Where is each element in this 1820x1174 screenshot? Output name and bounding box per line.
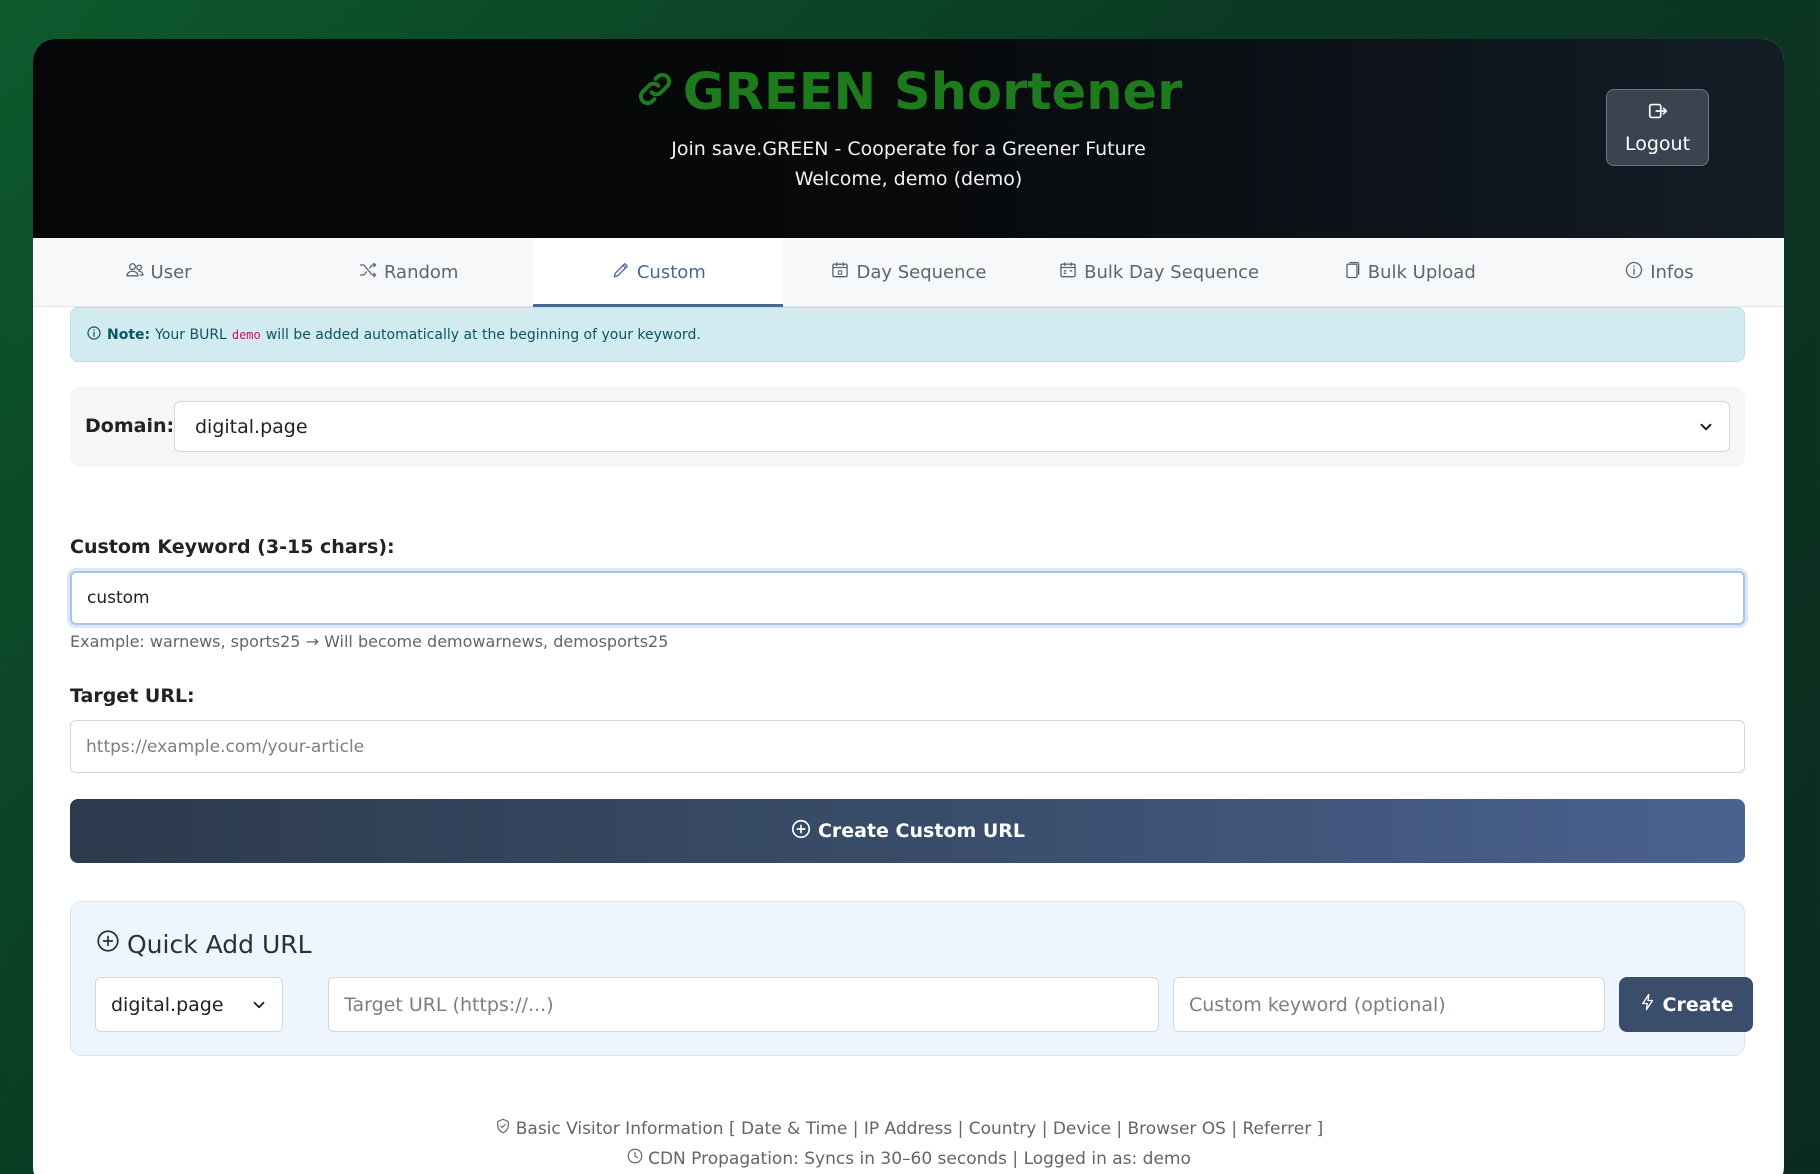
shield-icon (494, 1117, 512, 1140)
domain-select-value: digital.page (195, 415, 308, 438)
plus-circle-icon (95, 928, 121, 960)
plus-circle-icon (790, 818, 812, 845)
footer-cdn-text: CDN Propagation: Syncs in 30–60 seconds … (648, 1148, 1191, 1169)
clock-icon (626, 1147, 644, 1170)
quick-target-placeholder: Target URL (https://...) (344, 993, 554, 1016)
keyword-label: Custom Keyword (3-15 chars): (70, 536, 395, 558)
burl-code: demo (231, 327, 261, 342)
quick-create-button[interactable]: Create (1619, 977, 1753, 1032)
note-text-before: Your BURL (155, 326, 227, 343)
content-area: Note: Your BURL demo will be added autom… (33, 0, 1784, 1174)
chevron-down-icon (1697, 418, 1715, 436)
quick-create-label: Create (1662, 993, 1734, 1016)
quick-add-panel: Quick Add URL digital.page Target URL (h… (70, 901, 1753, 1056)
info-circle-icon (86, 325, 102, 345)
footer-visitor-text: Basic Visitor Information [ Date & Time … (515, 1118, 1324, 1139)
domain-row: Domain: digital.page (70, 387, 1745, 467)
create-custom-url-label: Create Custom URL (817, 820, 1026, 842)
note-alert: Note: Your BURL demo will be added autom… (70, 307, 1745, 362)
domain-label: Domain: (85, 415, 175, 437)
chevron-down-icon (250, 996, 268, 1014)
create-custom-url-button[interactable]: Create Custom URL (70, 799, 1745, 863)
domain-select[interactable]: digital.page (174, 401, 1730, 452)
note-label: Note: (107, 326, 151, 343)
quick-target-url-input[interactable]: Target URL (https://...) (328, 977, 1159, 1032)
footer-cdn-info: CDN Propagation: Syncs in 30–60 seconds … (33, 1147, 1784, 1170)
target-url-placeholder: https://example.com/your-article (86, 736, 365, 757)
note-text-after: will be added automatically at the begin… (265, 326, 701, 343)
keyword-hint: Example: warnews, sports25 → Will become… (70, 632, 669, 651)
lightning-icon (1639, 993, 1657, 1016)
quick-keyword-placeholder: Custom keyword (optional) (1189, 993, 1446, 1016)
keyword-input[interactable]: custom (70, 571, 1745, 625)
quick-keyword-input[interactable]: Custom keyword (optional) (1173, 977, 1605, 1032)
keyword-input-value: custom (87, 588, 150, 608)
quick-add-title: Quick Add URL (95, 928, 312, 960)
quick-add-title-text: Quick Add URL (127, 929, 312, 959)
quick-domain-select[interactable]: digital.page (95, 977, 283, 1032)
target-url-label: Target URL: (70, 685, 195, 707)
target-url-input[interactable]: https://example.com/your-article (70, 720, 1745, 773)
footer-visitor-info: Basic Visitor Information [ Date & Time … (33, 1117, 1784, 1140)
quick-domain-value: digital.page (111, 993, 224, 1016)
